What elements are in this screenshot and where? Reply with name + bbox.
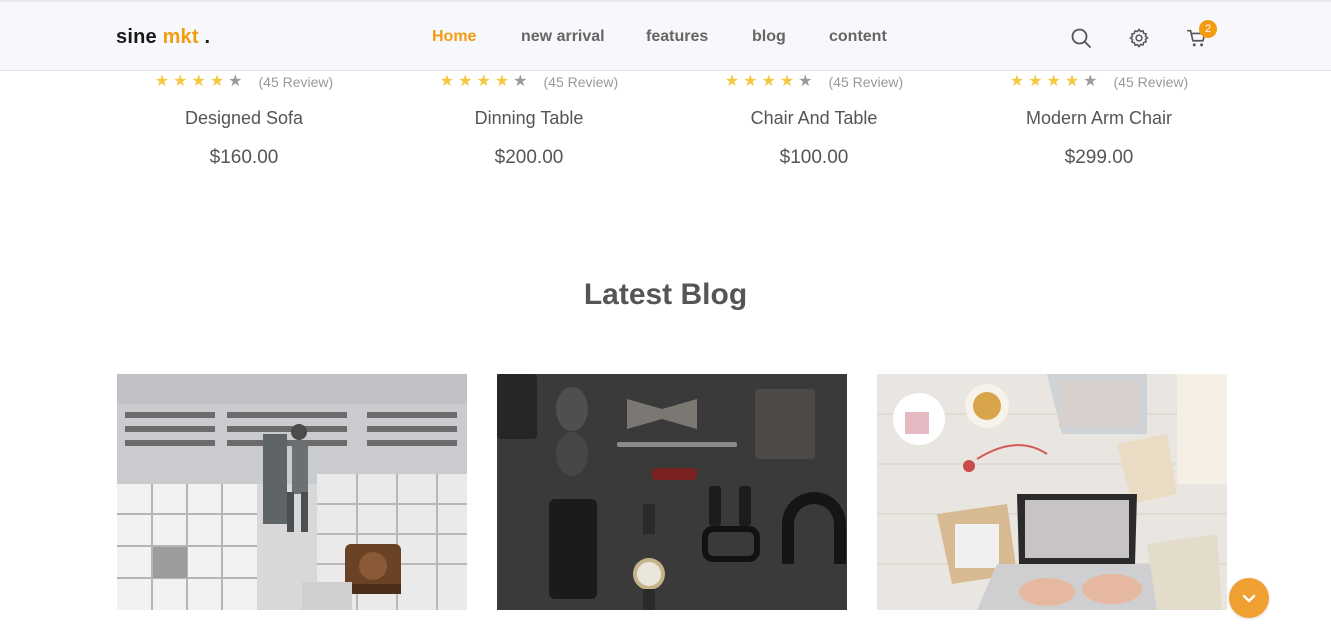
review-count: (45 Review) bbox=[543, 74, 619, 90]
settings-button[interactable] bbox=[1127, 26, 1151, 50]
product-name[interactable]: Chair And Table bbox=[694, 108, 934, 129]
star-icon: ★ bbox=[1009, 73, 1025, 90]
nav-blog[interactable]: blog bbox=[752, 28, 786, 46]
star-icon: ★ bbox=[173, 73, 188, 90]
nav-new-arrival[interactable]: new arrival bbox=[521, 28, 605, 46]
product-price: $100.00 bbox=[779, 147, 849, 168]
star-icon: ★ bbox=[1028, 73, 1043, 90]
star-icon: ★ bbox=[1083, 73, 1098, 90]
product-name[interactable]: Modern Arm Chair bbox=[979, 108, 1219, 129]
scroll-down-button[interactable] bbox=[1229, 578, 1269, 618]
star-icon: ★ bbox=[228, 73, 243, 90]
nav-content[interactable]: content bbox=[829, 28, 887, 46]
latest-blog-heading: Latest Blog bbox=[583, 278, 748, 311]
review-count: (45 Review) bbox=[1113, 74, 1189, 90]
nav-features[interactable]: features bbox=[646, 28, 708, 46]
star-icon: ★ bbox=[779, 73, 795, 90]
chevron-down-icon bbox=[1242, 594, 1256, 603]
store-interior-photo bbox=[117, 374, 467, 610]
product-card[interactable]: ★ ★ ★ ★ ★ (45 Review) Chair And Table $1… bbox=[694, 72, 934, 169]
product-price: $160.00 bbox=[209, 147, 279, 168]
product-price: $200.00 bbox=[494, 147, 564, 168]
blog-card-image[interactable] bbox=[877, 374, 1227, 610]
star-icon: ★ bbox=[476, 73, 491, 90]
product-card[interactable]: ★ ★ ★ ★ ★ (45 Review) Dinning Table $200… bbox=[409, 72, 649, 169]
flat-lay-accessories-photo bbox=[497, 374, 847, 610]
rating: ★ ★ ★ ★ ★ (45 Review) bbox=[409, 72, 649, 92]
star-icon: ★ bbox=[439, 73, 455, 90]
star-icon: ★ bbox=[724, 73, 740, 90]
star-icon: ★ bbox=[743, 73, 758, 90]
product-price: $299.00 bbox=[1064, 147, 1134, 168]
star-icon: ★ bbox=[798, 73, 813, 90]
cart-count-badge: 2 bbox=[1199, 20, 1217, 38]
blog-card-image[interactable] bbox=[117, 374, 467, 610]
product-card[interactable]: ★ ★ ★ ★ ★ (45 Review) Modern Arm Chair $… bbox=[979, 72, 1219, 169]
product-name[interactable]: Designed Sofa bbox=[124, 108, 364, 129]
gear-icon bbox=[1129, 28, 1149, 48]
star-icon: ★ bbox=[494, 73, 510, 90]
desk-workspace-photo bbox=[877, 374, 1227, 610]
review-count: (45 Review) bbox=[828, 74, 904, 90]
rating: ★ ★ ★ ★ ★ (45 Review) bbox=[694, 72, 934, 92]
product-name[interactable]: Dinning Table bbox=[409, 108, 649, 129]
star-icon: ★ bbox=[209, 73, 225, 90]
star-icon: ★ bbox=[1046, 73, 1061, 90]
search-icon bbox=[1071, 28, 1091, 48]
star-icon: ★ bbox=[191, 73, 206, 90]
star-icon: ★ bbox=[458, 73, 473, 90]
product-card[interactable]: ★ ★ ★ ★ ★ (45 Review) Designed Sofa $160… bbox=[124, 72, 364, 169]
star-icon: ★ bbox=[1064, 73, 1080, 90]
star-icon: ★ bbox=[154, 73, 170, 90]
nav-home[interactable]: Home bbox=[432, 28, 476, 46]
search-button[interactable] bbox=[1069, 26, 1093, 50]
review-count: (45 Review) bbox=[258, 74, 334, 90]
rating: ★ ★ ★ ★ ★ (45 Review) bbox=[979, 72, 1219, 92]
star-icon: ★ bbox=[513, 73, 528, 90]
rating: ★ ★ ★ ★ ★ (45 Review) bbox=[124, 72, 364, 92]
site-header: sine mkt . Home new arrival features blo… bbox=[0, 0, 1331, 71]
star-icon: ★ bbox=[761, 73, 776, 90]
blog-card-image[interactable] bbox=[497, 374, 847, 610]
